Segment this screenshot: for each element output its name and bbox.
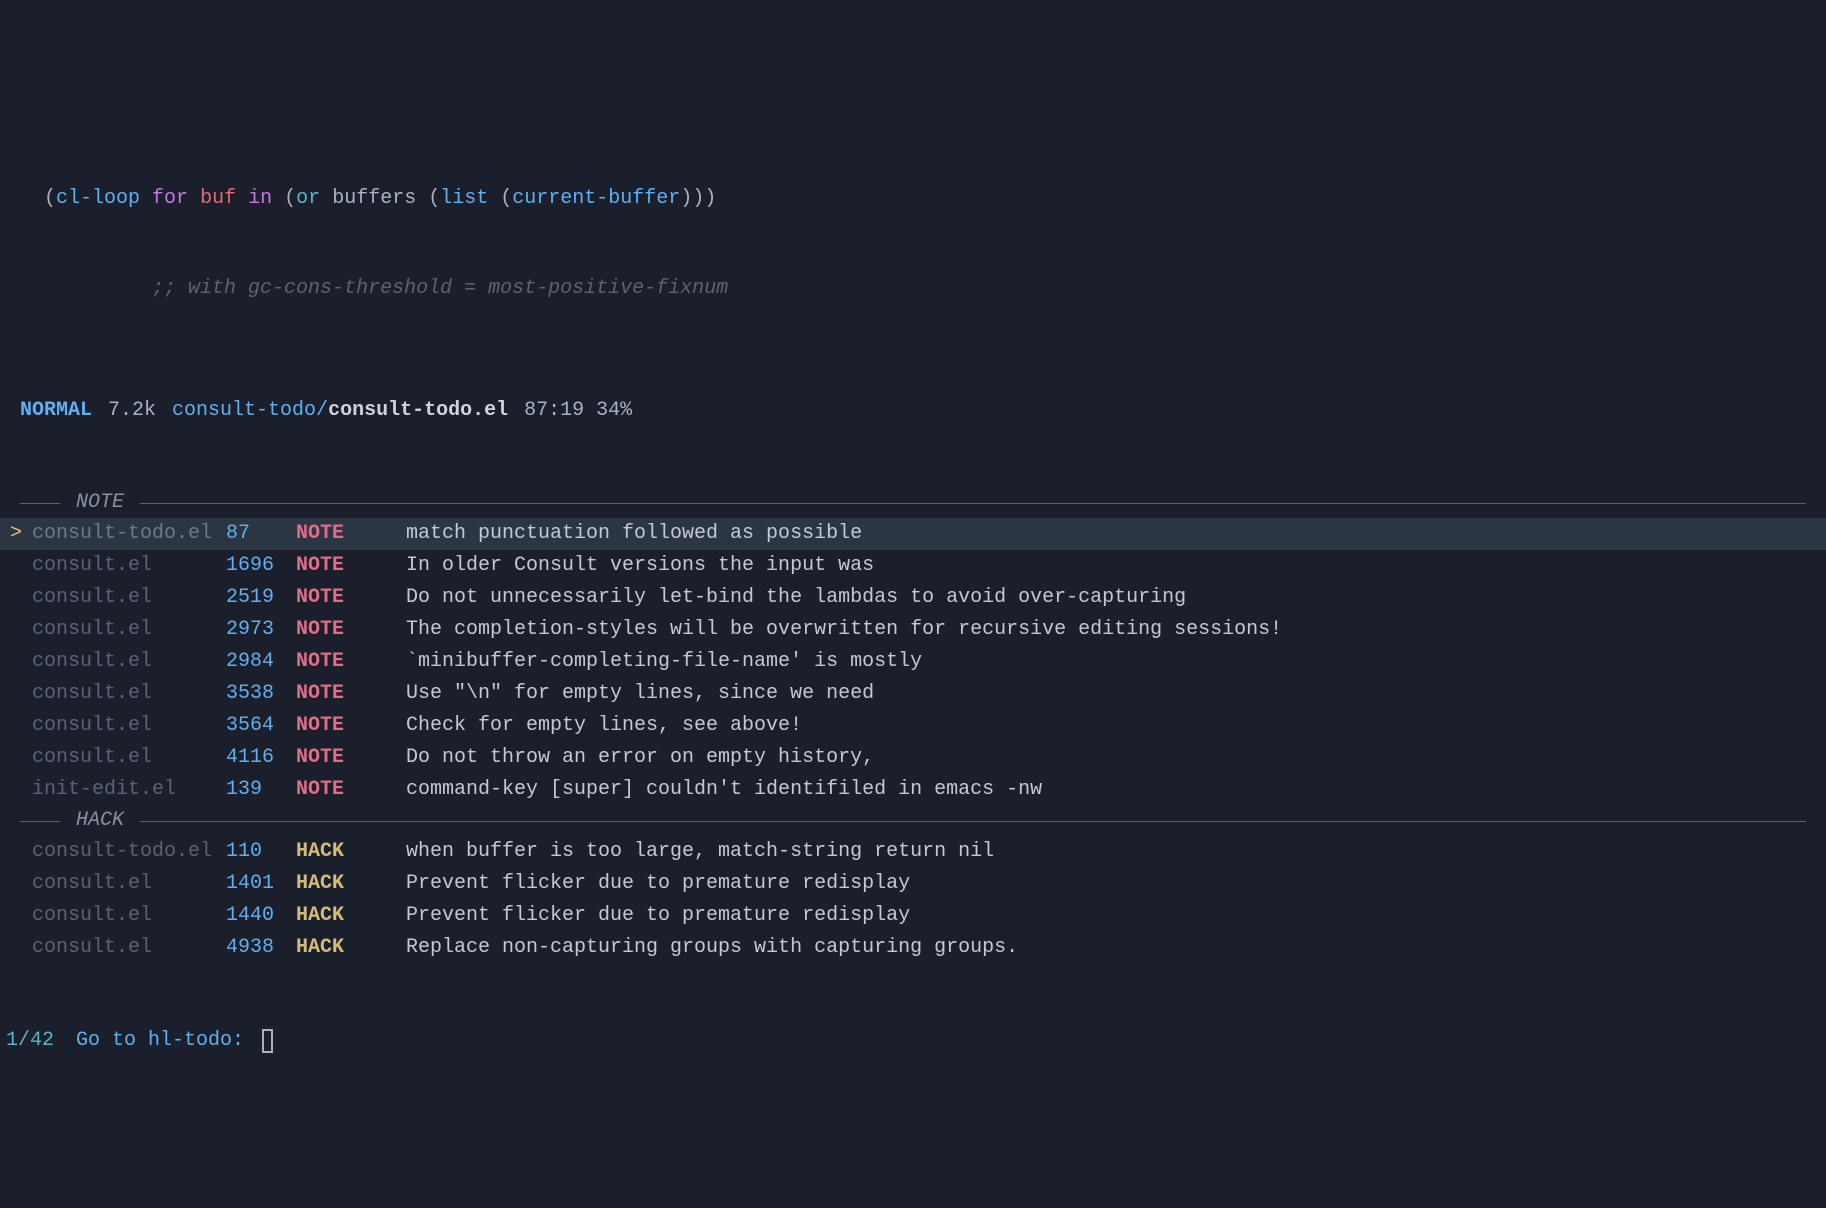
result-tag: NOTE [296, 743, 406, 773]
selection-marker-icon: > [6, 519, 26, 549]
result-tag: NOTE [296, 615, 406, 645]
result-line: 2984 [226, 647, 296, 677]
result-line: 110 [226, 837, 296, 867]
result-row[interactable]: consult.el1696NOTEIn older Consult versi… [0, 550, 1826, 582]
result-file: consult.el [26, 711, 226, 741]
result-tag: HACK [296, 837, 406, 867]
selection-marker-icon [6, 583, 26, 613]
selection-marker-icon [6, 775, 26, 805]
result-line: 1696 [226, 551, 296, 581]
result-description: `minibuffer-completing-file-name' is mos… [406, 647, 1826, 677]
selection-marker-icon [6, 933, 26, 963]
result-file: consult-todo.el [26, 519, 226, 549]
selection-marker-icon [6, 647, 26, 677]
result-row[interactable]: consult.el2519NOTEDo not unnecessarily l… [0, 582, 1826, 614]
result-file: consult.el [26, 933, 226, 963]
result-line: 3538 [226, 679, 296, 709]
match-count: 1/42 [6, 1026, 54, 1056]
result-row[interactable]: consult.el1440HACKPrevent flicker due to… [0, 900, 1826, 932]
prompt-label: Go to hl-todo: [76, 1026, 256, 1056]
result-description: Prevent flicker due to premature redispl… [406, 901, 1826, 931]
result-row[interactable]: consult.el1401HACKPrevent flicker due to… [0, 868, 1826, 900]
result-file: consult-todo.el [26, 837, 226, 867]
result-line: 2973 [226, 615, 296, 645]
buffer-path: consult-todo/consult-todo.el [172, 396, 508, 426]
selection-marker-icon [6, 901, 26, 931]
result-tag: NOTE [296, 583, 406, 613]
code-preview: (cl-loop for buf in (or buffers (list (c… [0, 120, 1826, 334]
result-file: consult.el [26, 583, 226, 613]
result-file: consult.el [26, 679, 226, 709]
result-line: 3564 [226, 711, 296, 741]
result-line: 2519 [226, 583, 296, 613]
result-tag: HACK [296, 933, 406, 963]
result-row[interactable]: consult.el2984NOTE`minibuffer-completing… [0, 646, 1826, 678]
result-description: Replace non-capturing groups with captur… [406, 933, 1826, 963]
result-description: command-key [super] couldn't identifiled… [406, 775, 1826, 805]
group-header-hack: HACK [0, 806, 1826, 836]
result-row[interactable]: consult.el2973NOTEThe completion-styles … [0, 614, 1826, 646]
result-description: The completion-styles will be overwritte… [406, 615, 1826, 645]
result-tag: NOTE [296, 647, 406, 677]
result-row[interactable]: consult.el4938HACKReplace non-capturing … [0, 932, 1826, 964]
result-file: consult.el [26, 869, 226, 899]
modeline: NORMAL 7.2k consult-todo/consult-todo.el… [0, 394, 1826, 428]
result-row[interactable]: consult.el4116NOTEDo not throw an error … [0, 742, 1826, 774]
selection-marker-icon [6, 679, 26, 709]
result-tag: NOTE [296, 551, 406, 581]
result-description: Use "\n" for empty lines, since we need [406, 679, 1826, 709]
result-line: 87 [226, 519, 296, 549]
result-row[interactable]: consult.el3564NOTECheck for empty lines,… [0, 710, 1826, 742]
result-tag: HACK [296, 869, 406, 899]
result-tag: NOTE [296, 711, 406, 741]
selection-marker-icon [6, 711, 26, 741]
result-tag: NOTE [296, 775, 406, 805]
result-description: In older Consult versions the input was [406, 551, 1826, 581]
code-line: (cl-loop for buf in (or buffers (list (c… [20, 184, 1806, 214]
result-row[interactable]: init-edit.el139NOTEcommand-key [super] c… [0, 774, 1826, 806]
selection-marker-icon [6, 551, 26, 581]
cursor-icon [262, 1029, 273, 1053]
group-header-note: NOTE [0, 488, 1826, 518]
result-description: Do not unnecessarily let-bind the lambda… [406, 583, 1826, 613]
result-tag: HACK [296, 901, 406, 931]
result-file: init-edit.el [26, 775, 226, 805]
result-file: consult.el [26, 647, 226, 677]
group-title: NOTE [70, 488, 130, 518]
result-tag: NOTE [296, 519, 406, 549]
result-file: consult.el [26, 743, 226, 773]
selection-marker-icon [6, 615, 26, 645]
result-row[interactable]: consult.el3538NOTEUse "\n" for empty lin… [0, 678, 1826, 710]
result-line: 1401 [226, 869, 296, 899]
selection-marker-icon [6, 869, 26, 899]
todo-results: NOTE>consult-todo.el87NOTEmatch punctuat… [0, 488, 1826, 964]
result-description: Do not throw an error on empty history, [406, 743, 1826, 773]
code-line: ;; with gc-cons-threshold = most-positiv… [20, 274, 1806, 304]
buffer-size: 7.2k [108, 396, 156, 426]
result-line: 1440 [226, 901, 296, 931]
result-row[interactable]: consult-todo.el110HACKwhen buffer is too… [0, 836, 1826, 868]
result-description: Prevent flicker due to premature redispl… [406, 869, 1826, 899]
result-file: consult.el [26, 551, 226, 581]
result-description: Check for empty lines, see above! [406, 711, 1826, 741]
result-description: match punctuation followed as possible [406, 519, 1826, 549]
result-line: 139 [226, 775, 296, 805]
result-line: 4938 [226, 933, 296, 963]
group-title: HACK [70, 806, 130, 836]
selection-marker-icon [6, 743, 26, 773]
cursor-position: 87:19 34% [524, 396, 632, 426]
editor-mode: NORMAL [20, 396, 92, 426]
result-line: 4116 [226, 743, 296, 773]
selection-marker-icon [6, 837, 26, 867]
minibuffer-prompt[interactable]: 1/42 Go to hl-todo: [0, 1024, 1826, 1058]
result-description: when buffer is too large, match-string r… [406, 837, 1826, 867]
result-row[interactable]: >consult-todo.el87NOTEmatch punctuation … [0, 518, 1826, 550]
result-file: consult.el [26, 901, 226, 931]
result-file: consult.el [26, 615, 226, 645]
result-tag: NOTE [296, 679, 406, 709]
